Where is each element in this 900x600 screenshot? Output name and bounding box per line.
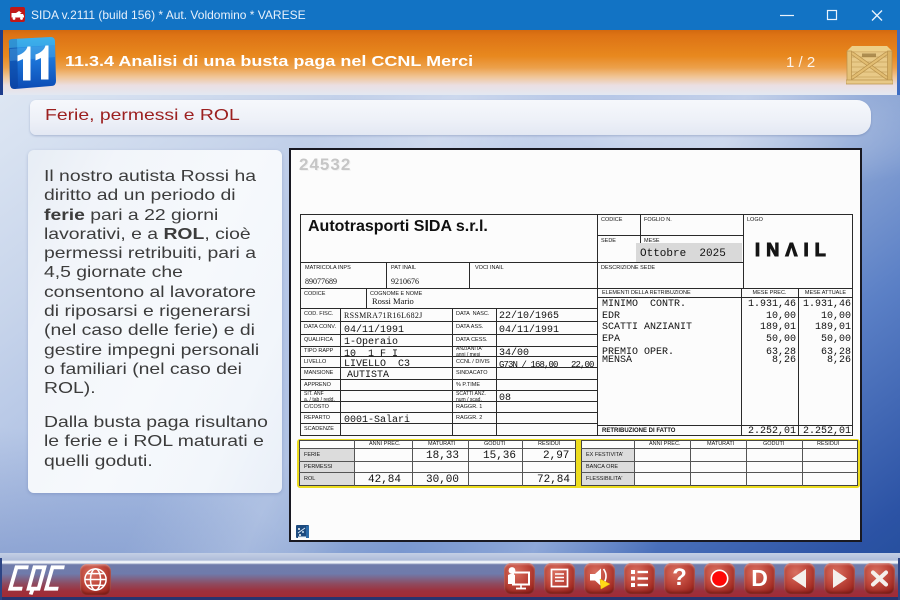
svg-text:INΛIL: INΛIL: [755, 242, 832, 259]
